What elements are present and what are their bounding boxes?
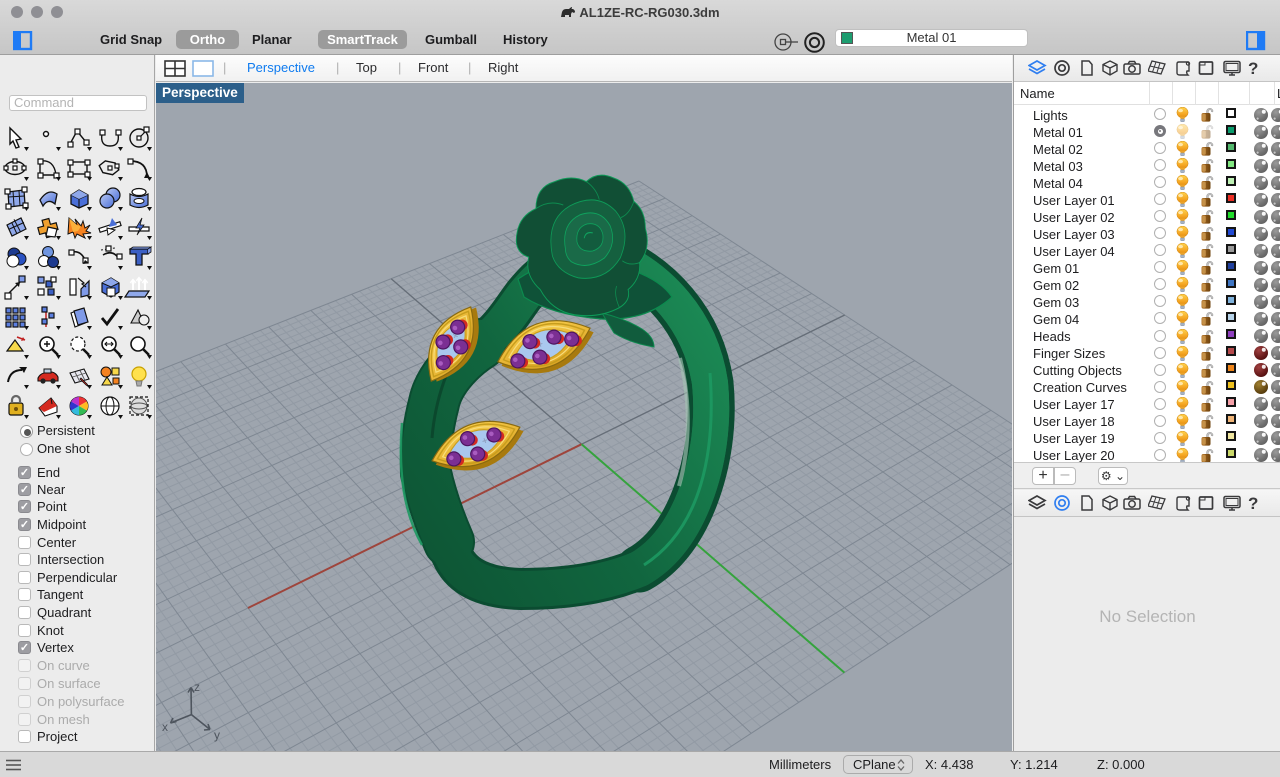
svg-text:?: ? [1248,60,1258,77]
svg-text:?: ? [1248,495,1258,512]
